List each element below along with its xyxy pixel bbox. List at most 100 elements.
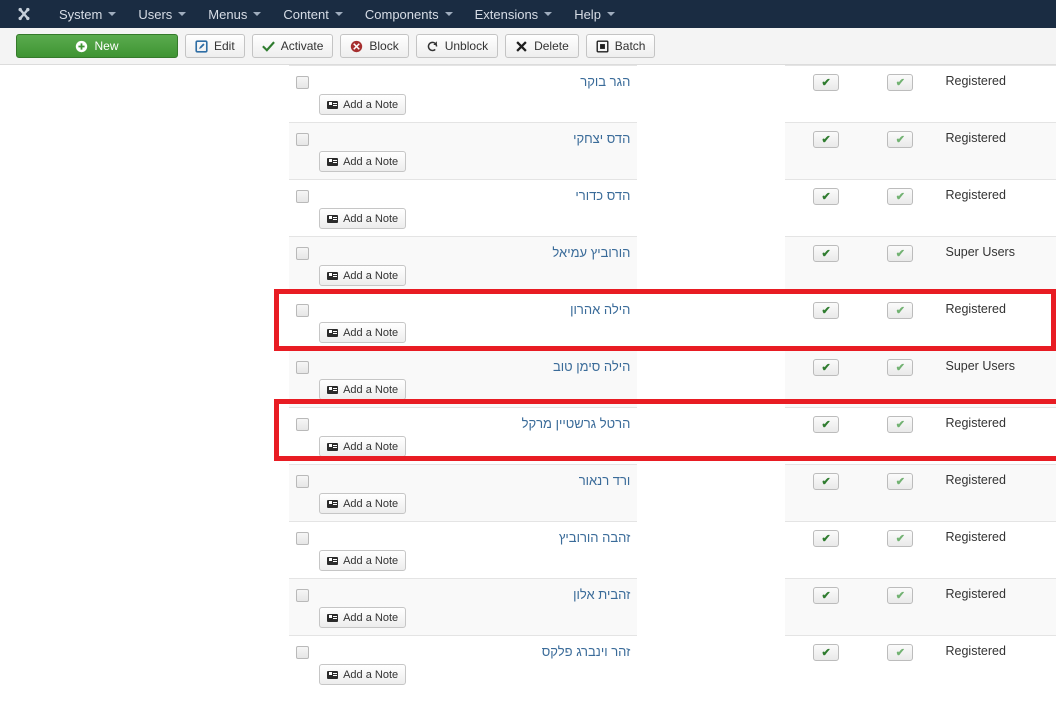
add-note-button[interactable]: Add a Note xyxy=(319,436,407,457)
user-group-text: Registered xyxy=(945,644,1006,658)
check-mark-icon: ✔ xyxy=(821,191,831,203)
add-note-button[interactable]: Add a Note xyxy=(319,664,407,685)
block-button[interactable]: Block xyxy=(340,34,409,58)
add-note-button[interactable]: Add a Note xyxy=(319,265,407,286)
add-note-button[interactable]: Add a Note xyxy=(319,379,407,400)
user-name-link[interactable]: הילה סימן טוב xyxy=(319,359,630,374)
enabled-toggle-button[interactable]: ✔ xyxy=(813,302,840,319)
add-note-button[interactable]: Add a Note xyxy=(319,550,407,571)
nav-item-system[interactable]: System xyxy=(48,2,127,27)
add-note-label: Add a Note xyxy=(343,554,399,567)
add-note-button[interactable]: Add a Note xyxy=(319,493,407,514)
nav-item-components[interactable]: Components xyxy=(354,2,464,27)
user-name-link[interactable]: הרטל גרשטיין מרקל xyxy=(319,416,631,431)
unblock-button[interactable]: Unblock xyxy=(415,34,499,58)
enabled-toggle-button[interactable]: ✔ xyxy=(813,188,840,205)
row-checkbox[interactable] xyxy=(295,475,309,488)
chevron-down-icon xyxy=(444,12,453,16)
activate-button[interactable]: Activate xyxy=(251,34,334,58)
check-mark-icon: ✔ xyxy=(895,77,905,89)
nav-item-users[interactable]: Users xyxy=(127,2,197,27)
enabled-toggle-button[interactable]: ✔ xyxy=(813,74,840,91)
enabled-cell: ✔ xyxy=(786,407,866,465)
add-note-label: Add a Note xyxy=(343,269,399,282)
users-list-page: הגר בוקרAdd a Noteha✔✔Registeredהדס יצחק… xyxy=(0,65,1056,718)
add-note-button[interactable]: Add a Note xyxy=(319,322,407,343)
activated-toggle-button[interactable]: ✔ xyxy=(887,74,914,91)
activated-toggle-button[interactable]: ✔ xyxy=(887,416,914,433)
user-name-link[interactable]: זהר וינברג פלקס xyxy=(319,644,631,659)
enabled-cell: ✔ xyxy=(786,122,866,180)
user-name-link[interactable]: הדס יצחקי xyxy=(319,131,630,146)
row-checkbox[interactable] xyxy=(295,247,309,260)
activated-toggle-button[interactable]: ✔ xyxy=(887,587,914,604)
enabled-toggle-button[interactable]: ✔ xyxy=(813,644,840,661)
add-note-button[interactable]: Add a Note xyxy=(319,208,407,229)
user-group-text: Registered xyxy=(945,74,1006,88)
add-note-label: Add a Note xyxy=(343,98,399,111)
nav-item-label: Menus xyxy=(208,6,248,22)
activated-toggle-button[interactable]: ✔ xyxy=(887,245,914,262)
row-checkbox[interactable] xyxy=(295,532,309,545)
user-name-cell: הגר בוקר Add a Note xyxy=(315,65,635,123)
button-label: Activate xyxy=(280,39,324,53)
nav-item-extensions[interactable]: Extensions xyxy=(464,2,564,27)
user-name-link[interactable]: הדס כדורי xyxy=(319,188,630,203)
user-name-link[interactable]: הורוביץ עמיאל xyxy=(319,245,630,260)
row-checkbox[interactable] xyxy=(295,190,309,203)
enabled-toggle-button[interactable]: ✔ xyxy=(813,359,840,376)
user-name-cell: הורוביץ עמיאל Add a Note xyxy=(315,236,635,294)
check-mark-icon: ✔ xyxy=(821,305,831,317)
check-mark-icon: ✔ xyxy=(821,77,831,89)
activated-cell: ✔ xyxy=(865,179,936,237)
activated-toggle-button[interactable]: ✔ xyxy=(887,473,914,490)
enabled-toggle-button[interactable]: ✔ xyxy=(813,587,840,604)
joomla-logo-icon[interactable] xyxy=(14,4,34,24)
enabled-toggle-button[interactable]: ✔ xyxy=(813,530,840,547)
user-name-link[interactable]: הילה אהרון xyxy=(319,302,630,317)
nav-item-help[interactable]: Help xyxy=(563,2,626,27)
user-name-link[interactable]: הגר בוקר xyxy=(319,74,630,89)
enabled-toggle-button[interactable]: ✔ xyxy=(813,473,840,490)
batch-button[interactable]: Batch xyxy=(585,34,656,58)
enabled-cell: ✔ xyxy=(786,236,866,294)
user-group-cell: Registered xyxy=(935,293,1056,351)
edit-button[interactable]: Edit xyxy=(185,34,245,58)
activated-cell: ✔ xyxy=(865,635,936,692)
add-note-label: Add a Note xyxy=(343,155,399,168)
nav-item-menus[interactable]: Menus xyxy=(197,2,272,27)
button-label: Block xyxy=(369,39,399,53)
user-name-link[interactable]: זהבית אלון xyxy=(319,587,630,602)
user-name-cell: זהבה הורוביץ Add a Note xyxy=(315,521,635,579)
add-note-button[interactable]: Add a Note xyxy=(319,607,407,628)
user-group-cell: Registered xyxy=(935,464,1056,522)
row-checkbox[interactable] xyxy=(295,76,309,89)
button-label: Batch xyxy=(614,39,646,53)
row-checkbox[interactable] xyxy=(295,304,309,317)
row-checkbox[interactable] xyxy=(295,133,309,146)
nav-item-content[interactable]: Content xyxy=(272,2,354,27)
block-circle-icon xyxy=(350,40,363,53)
row-checkbox[interactable] xyxy=(295,418,309,431)
activated-toggle-button[interactable]: ✔ xyxy=(887,644,914,661)
enabled-toggle-button[interactable]: ✔ xyxy=(813,245,840,262)
user-name-link[interactable]: ורד רנאור xyxy=(319,473,631,488)
delete-button[interactable]: Delete xyxy=(505,34,579,58)
add-note-button[interactable]: Add a Note xyxy=(319,151,407,172)
row-select-cell xyxy=(289,122,316,180)
enabled-toggle-button[interactable]: ✔ xyxy=(813,131,840,148)
activated-toggle-button[interactable]: ✔ xyxy=(887,530,914,547)
action-toolbar: New Edit Activate Block Unblock Delete Batch xyxy=(0,28,1056,65)
row-checkbox[interactable] xyxy=(295,646,309,659)
chevron-down-icon xyxy=(178,12,187,16)
activated-toggle-button[interactable]: ✔ xyxy=(887,359,914,376)
activated-toggle-button[interactable]: ✔ xyxy=(887,131,914,148)
activated-toggle-button[interactable]: ✔ xyxy=(887,188,914,205)
add-note-button[interactable]: Add a Note xyxy=(319,94,407,115)
row-checkbox[interactable] xyxy=(295,361,309,374)
row-checkbox[interactable] xyxy=(295,589,309,602)
user-name-link[interactable]: זהבה הורוביץ xyxy=(319,530,630,545)
new-button[interactable]: New xyxy=(16,34,178,58)
activated-toggle-button[interactable]: ✔ xyxy=(887,302,914,319)
enabled-toggle-button[interactable]: ✔ xyxy=(813,416,840,433)
